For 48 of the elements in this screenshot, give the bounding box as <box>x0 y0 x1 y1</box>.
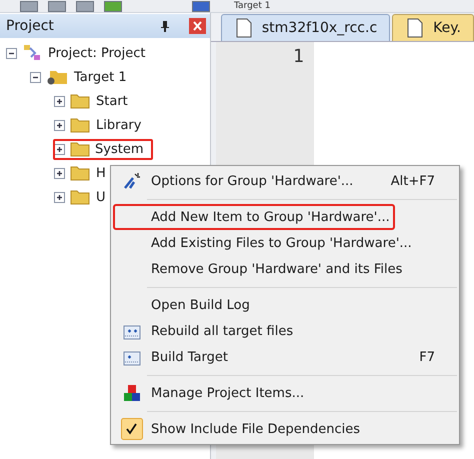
folder-icon <box>70 117 90 133</box>
target-folder-icon <box>46 69 68 85</box>
expander-icon[interactable] <box>54 96 65 106</box>
file-tab[interactable]: Key. <box>392 14 474 41</box>
menu-item[interactable]: Show Include File Dependencies <box>113 416 457 442</box>
panel-title: Project <box>6 18 55 34</box>
file-icon <box>407 18 424 38</box>
toolbar-icon[interactable] <box>104 0 122 12</box>
menu-item[interactable]: Manage Project Items... <box>113 380 457 406</box>
expander-icon[interactable] <box>30 72 41 82</box>
expander-icon[interactable] <box>54 144 65 154</box>
tree-item[interactable]: Project: Project <box>45 42 148 64</box>
menu-item[interactable]: Add New Item to Group 'Hardware'... <box>113 204 395 230</box>
pin-icon[interactable] <box>160 20 169 32</box>
blocks-icon <box>123 384 141 402</box>
tree-item[interactable]: U <box>93 186 109 208</box>
folder-icon <box>70 93 90 109</box>
expander-icon[interactable] <box>6 48 17 58</box>
menu-item[interactable]: Build Target F7 <box>113 344 457 370</box>
project-icon <box>22 44 42 62</box>
build-icon <box>123 322 141 340</box>
tree-item[interactable]: H <box>93 162 109 184</box>
toolbar-icon[interactable] <box>20 0 38 12</box>
menu-item[interactable]: Open Build Log <box>113 292 457 318</box>
tree-item[interactable]: System <box>53 138 154 160</box>
expander-icon[interactable] <box>54 192 65 202</box>
folder-icon <box>70 189 90 205</box>
folder-icon <box>70 165 90 181</box>
menu-item[interactable]: Options for Group 'Hardware'... Alt+F7 <box>113 168 457 194</box>
tree-item[interactable]: Start <box>93 90 131 112</box>
tree-item[interactable]: Target 1 <box>71 66 130 88</box>
expander-icon[interactable] <box>54 120 65 130</box>
file-tab[interactable]: stm32f10x_rcc.c <box>220 14 390 41</box>
toolbar-icon[interactable] <box>48 0 66 12</box>
file-icon <box>236 18 252 38</box>
toolbar-icon[interactable] <box>192 0 210 12</box>
menu-item[interactable]: Rebuild all target files <box>113 318 457 344</box>
folder-icon <box>70 141 90 157</box>
line-number: 1 <box>293 46 304 67</box>
target-dropdown[interactable]: Target 1 <box>234 1 270 11</box>
menu-item[interactable]: Remove Group 'Hardware' and its Files <box>113 256 457 282</box>
wand-icon <box>122 172 142 190</box>
menu-item[interactable]: Add Existing Files to Group 'Hardware'... <box>113 230 457 256</box>
expander-icon[interactable] <box>54 168 65 178</box>
build-icon <box>123 348 141 366</box>
toolbar-icon[interactable] <box>76 0 94 12</box>
close-icon[interactable] <box>188 18 206 34</box>
tree-item[interactable]: Library <box>93 114 144 136</box>
